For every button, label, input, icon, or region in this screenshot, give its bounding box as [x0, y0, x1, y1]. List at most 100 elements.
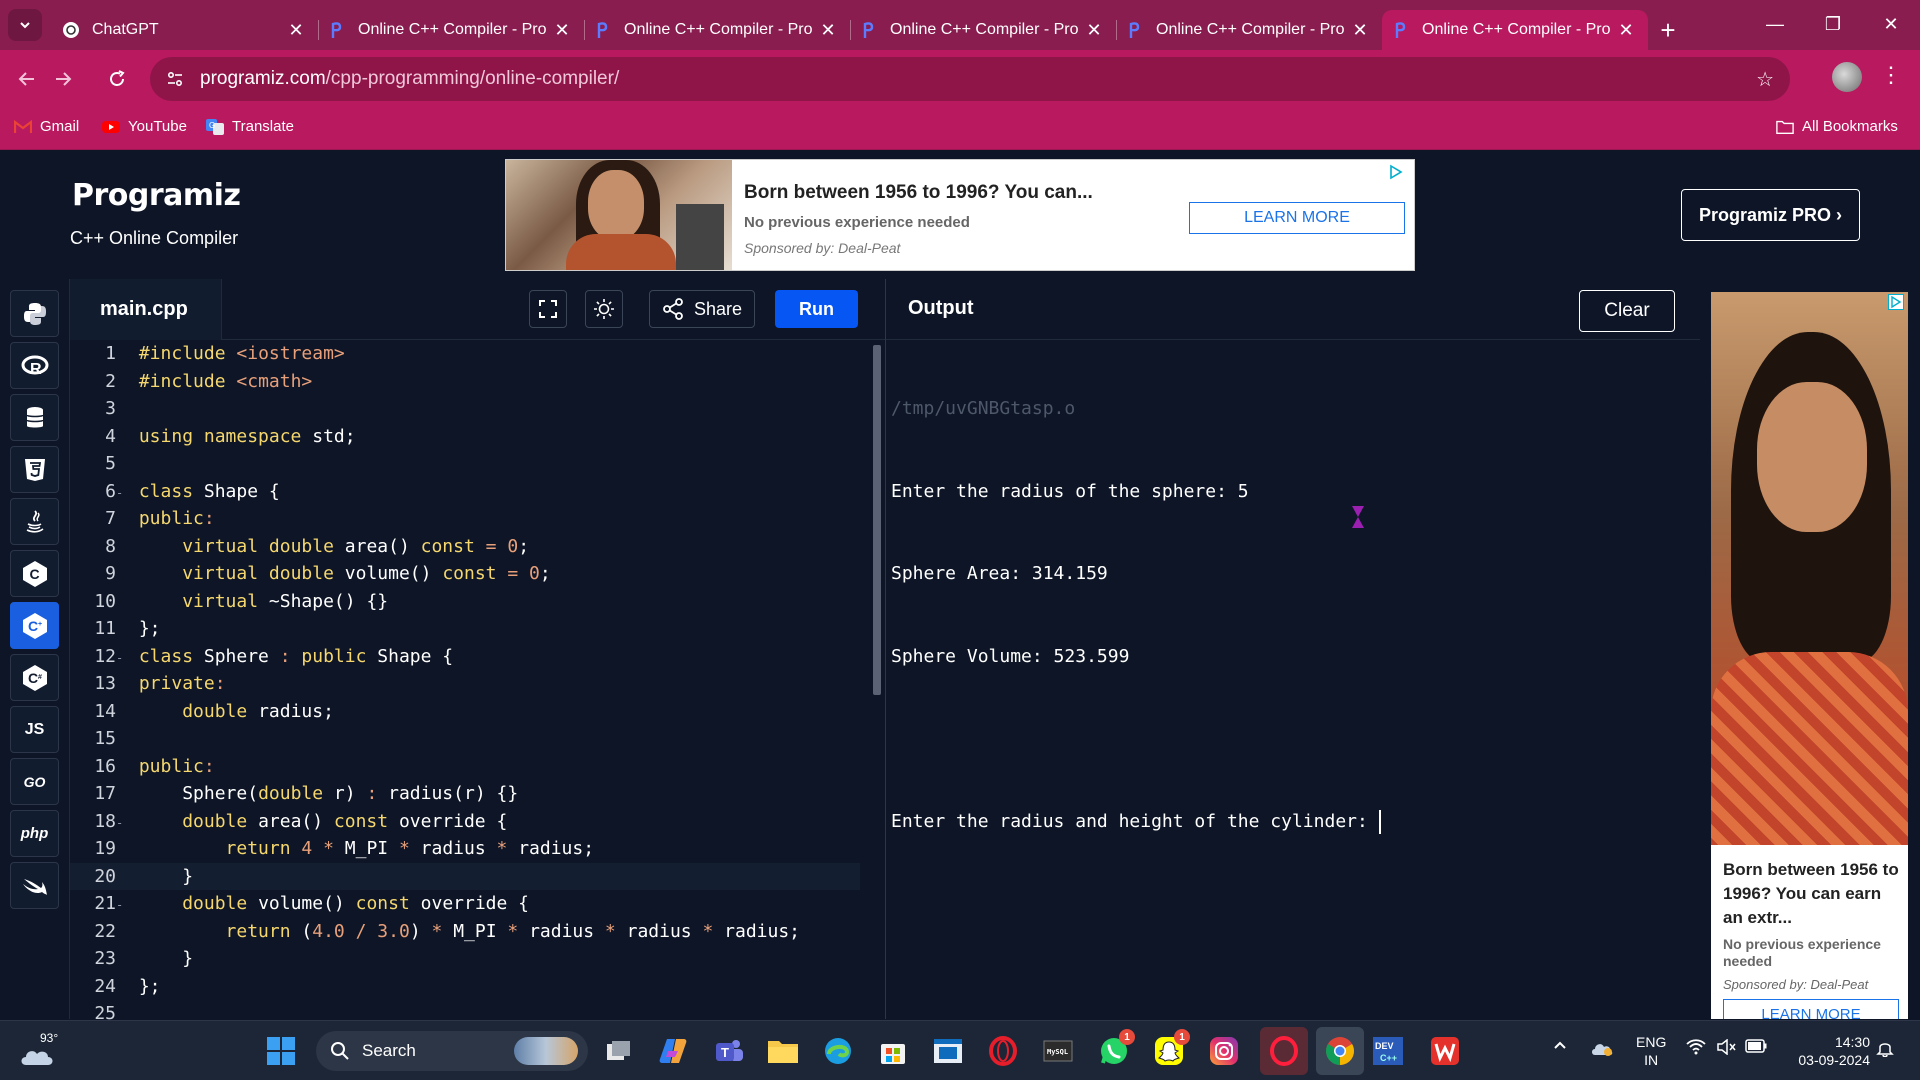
browser-tab[interactable]: ChatGPT ✕: [52, 10, 318, 50]
close-icon[interactable]: ✕: [552, 20, 572, 41]
file-explorer-button[interactable]: [766, 1034, 800, 1068]
code-line[interactable]: 12- class Sphere : public Shape {: [70, 643, 860, 671]
r-language-button[interactable]: R: [10, 342, 59, 389]
cpp-language-button[interactable]: C +: [10, 602, 59, 649]
adchoices-icon[interactable]: [1388, 164, 1408, 182]
code-line[interactable]: 19 return 4 * M_PI * radius * radius;: [70, 835, 860, 863]
swift-language-button[interactable]: [10, 862, 59, 909]
bookmark-youtube[interactable]: YouTube: [102, 118, 187, 135]
editor-scrollbar-thumb[interactable]: [873, 345, 881, 695]
close-icon[interactable]: ✕: [1350, 20, 1370, 41]
c-language-button[interactable]: C: [10, 550, 59, 597]
fold-marker[interactable]: -: [116, 480, 128, 508]
reload-button[interactable]: [100, 62, 134, 96]
ad-learn-more-button[interactable]: LEARN MORE: [1189, 202, 1405, 234]
store-button[interactable]: [876, 1034, 910, 1068]
close-window-button[interactable]: ✕: [1862, 0, 1920, 48]
browser-tab[interactable]: Online C++ Compiler - Pro ✕: [850, 10, 1116, 50]
code-line[interactable]: 18- double area() const override {: [70, 808, 860, 836]
profile-avatar[interactable]: [1832, 62, 1862, 92]
code-line[interactable]: 6- class Shape {: [70, 478, 860, 506]
browser-tab-active[interactable]: Online C++ Compiler - Pro ✕: [1382, 10, 1648, 50]
side-ad-banner[interactable]: Born between 1956 to 1996? You can earn …: [1711, 292, 1908, 1019]
share-button[interactable]: Share: [649, 290, 755, 328]
adchoices-icon[interactable]: [1888, 294, 1906, 312]
onedrive-tray-icon[interactable]: [1590, 1039, 1614, 1061]
address-bar[interactable]: programiz.com/cpp-programming/online-com…: [150, 57, 1790, 101]
task-view-button[interactable]: [602, 1034, 636, 1068]
programiz-pro-button[interactable]: Programiz PRO ›: [1681, 189, 1860, 241]
new-tab-button[interactable]: +: [1648, 10, 1688, 50]
file-tab-main-cpp[interactable]: main.cpp: [70, 279, 222, 340]
browser-tab[interactable]: Online C++ Compiler - Pro ✕: [1116, 10, 1382, 50]
code-line[interactable]: 1 #include <iostream>: [70, 340, 860, 368]
snapchat-button[interactable]: 1: [1152, 1029, 1190, 1068]
wifi-icon[interactable]: [1686, 1039, 1706, 1059]
start-button[interactable]: [264, 1034, 298, 1068]
copilot-button[interactable]: [656, 1034, 690, 1068]
teams-button[interactable]: T: [712, 1034, 746, 1068]
code-line[interactable]: 22 return (4.0 / 3.0) * M_PI * radius * …: [70, 918, 860, 946]
edge-button[interactable]: [821, 1034, 855, 1068]
input-language-indicator[interactable]: ENG IN: [1636, 1033, 1666, 1069]
back-button[interactable]: [10, 62, 44, 96]
browser-menu-icon[interactable]: ⋮: [1880, 62, 1902, 88]
code-line[interactable]: 23 }: [70, 945, 860, 973]
bookmark-gmail[interactable]: Gmail: [14, 118, 79, 135]
code-editor[interactable]: 1 #include <iostream> 2 #include <cmath> 3…: [70, 340, 875, 1024]
code-line[interactable]: 3: [70, 395, 860, 423]
code-line[interactable]: 17 Sphere(double r) : radius(r) {}: [70, 780, 860, 808]
java-language-button[interactable]: [10, 498, 59, 545]
close-icon[interactable]: ✕: [1616, 20, 1636, 41]
side-ad-learn-more-button[interactable]: LEARN MORE: [1723, 999, 1899, 1019]
close-icon[interactable]: ✕: [286, 20, 306, 41]
run-button[interactable]: Run: [775, 290, 858, 328]
output-input-line[interactable]: Enter the radius and height of the cylin…: [891, 808, 1381, 836]
close-icon[interactable]: ✕: [1084, 20, 1104, 41]
dev-cpp-button[interactable]: DEV C++: [1371, 1034, 1405, 1068]
fullscreen-button[interactable]: [529, 290, 567, 328]
html-language-button[interactable]: [10, 446, 59, 493]
fold-marker[interactable]: -: [116, 810, 128, 838]
notifications-bell-icon[interactable]: [1876, 1039, 1894, 1061]
code-line[interactable]: 7 public:: [70, 505, 860, 533]
fold-marker[interactable]: -: [116, 645, 128, 673]
bookmark-translate[interactable]: G Translate: [206, 118, 294, 135]
editor-scrollbar[interactable]: [873, 345, 881, 975]
code-line[interactable]: 13 private:: [70, 670, 860, 698]
all-bookmarks-button[interactable]: All Bookmarks: [1776, 118, 1898, 135]
volume-muted-icon[interactable]: [1716, 1038, 1736, 1059]
clear-button[interactable]: Clear: [1579, 290, 1675, 332]
sql-language-button[interactable]: [10, 394, 59, 441]
bookmark-star-icon[interactable]: ☆: [1756, 67, 1774, 92]
php-language-button[interactable]: php: [10, 810, 59, 857]
chrome-button[interactable]: [1316, 1027, 1364, 1075]
whatsapp-button[interactable]: 1: [1097, 1029, 1135, 1068]
taskbar-search[interactable]: Search: [316, 1031, 588, 1071]
weather-widget[interactable]: 93°: [18, 1031, 68, 1071]
taskbar-clock[interactable]: 14:30 03-09-2024: [1780, 1033, 1870, 1069]
programiz-logo[interactable]: Programiz: [72, 178, 241, 213]
opera-gx-button[interactable]: [1260, 1027, 1308, 1075]
code-line[interactable]: 21- double volume() const override {: [70, 890, 860, 918]
wps-office-button[interactable]: [1428, 1034, 1462, 1068]
instagram-button[interactable]: [1207, 1034, 1241, 1068]
code-line[interactable]: 11 };: [70, 615, 860, 643]
code-line[interactable]: 10 virtual ~Shape() {}: [70, 588, 860, 616]
go-language-button[interactable]: GO: [10, 758, 59, 805]
javascript-language-button[interactable]: JS: [10, 706, 59, 753]
code-line[interactable]: 24 };: [70, 973, 860, 1001]
battery-icon[interactable]: [1745, 1039, 1767, 1057]
close-icon[interactable]: ✕: [818, 20, 838, 41]
notepad-button[interactable]: [931, 1034, 965, 1068]
code-line[interactable]: 15: [70, 725, 860, 753]
browser-tab[interactable]: Online C++ Compiler - Pro ✕: [584, 10, 850, 50]
forward-button[interactable]: [46, 62, 80, 96]
code-line[interactable]: 9 virtual double volume() const = 0;: [70, 560, 860, 588]
show-hidden-icons-button[interactable]: [1552, 1037, 1568, 1057]
code-line[interactable]: 2 #include <cmath>: [70, 368, 860, 396]
python-language-button[interactable]: [10, 290, 59, 337]
top-ad-banner[interactable]: Born between 1956 to 1996? You can... No…: [505, 159, 1415, 271]
code-line[interactable]: 20 }: [70, 862, 860, 890]
code-line[interactable]: 5: [70, 450, 860, 478]
